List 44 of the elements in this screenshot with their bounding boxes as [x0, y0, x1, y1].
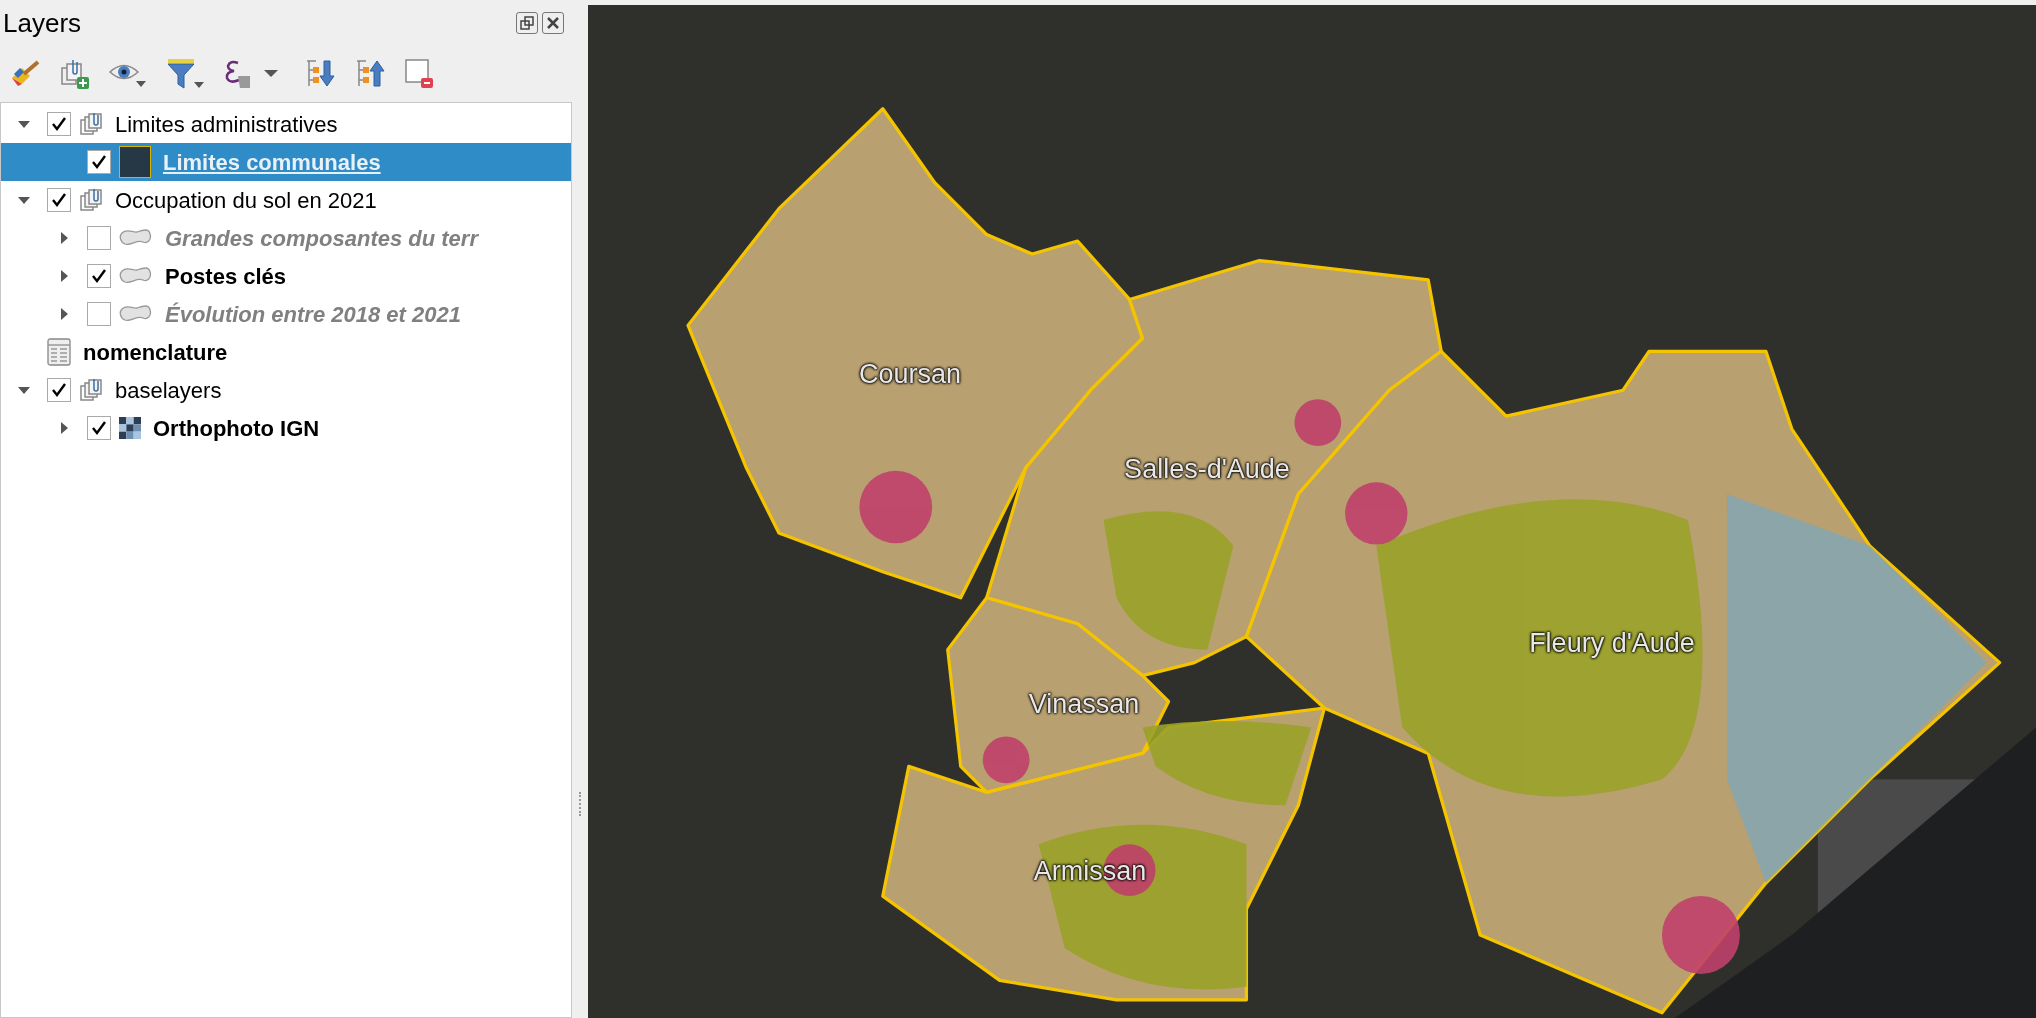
- float-panel-button[interactable]: [516, 12, 538, 34]
- checkbox[interactable]: [47, 378, 71, 402]
- checkbox[interactable]: [47, 188, 71, 212]
- funnel-icon: [166, 58, 204, 90]
- checkmark-icon: [91, 420, 107, 436]
- layer-group-icon: [79, 112, 103, 136]
- remove-layer-icon: [404, 58, 434, 90]
- commune-label: Coursan: [858, 357, 962, 391]
- checkbox[interactable]: [87, 226, 111, 250]
- layer-group-icon: [79, 378, 103, 402]
- commune-label: Fleury d'Aude: [1529, 626, 1695, 660]
- checkmark-icon: [51, 382, 67, 398]
- table-icon: [47, 338, 71, 366]
- layer-name: Limites communales: [163, 148, 381, 177]
- checkbox[interactable]: [47, 112, 71, 136]
- float-icon: [520, 16, 534, 30]
- paintbrush-icon: [10, 60, 42, 88]
- close-icon: [546, 16, 560, 30]
- checkbox[interactable]: [87, 416, 111, 440]
- checkbox[interactable]: [87, 264, 111, 288]
- checkmark-icon: [91, 154, 107, 170]
- raster-icon: [119, 417, 141, 439]
- layer-name: Postes clés: [165, 262, 287, 291]
- layer-name: baselayers: [115, 376, 222, 405]
- close-panel-button[interactable]: [542, 12, 564, 34]
- commune-label: Salles-d'Aude: [1124, 452, 1290, 486]
- layer-name: Orthophoto IGN: [153, 414, 320, 443]
- collapse-all-icon: [354, 58, 386, 90]
- checkmark-icon: [51, 192, 67, 208]
- add-group-icon: [60, 58, 90, 90]
- checkmark-icon: [51, 116, 67, 132]
- checkbox[interactable]: [87, 150, 111, 174]
- layer-name: Limites administratives: [115, 110, 338, 139]
- layer-name: nomenclature: [83, 338, 228, 367]
- commune-label: Armissan: [1033, 854, 1147, 888]
- panel-title: Layers: [3, 6, 82, 40]
- layer-group-icon: [79, 188, 103, 212]
- layer-name: Évolution entre 2018 et 2021: [165, 300, 461, 329]
- layer-name: Grandes composantes du terr: [165, 224, 478, 253]
- layer-name: Occupation du sol en 2021: [115, 186, 377, 215]
- splitter-handle[interactable]: [578, 792, 582, 816]
- checkbox[interactable]: [87, 302, 111, 326]
- commune-label: Vinassan: [1028, 687, 1140, 721]
- checkmark-icon: [91, 268, 107, 284]
